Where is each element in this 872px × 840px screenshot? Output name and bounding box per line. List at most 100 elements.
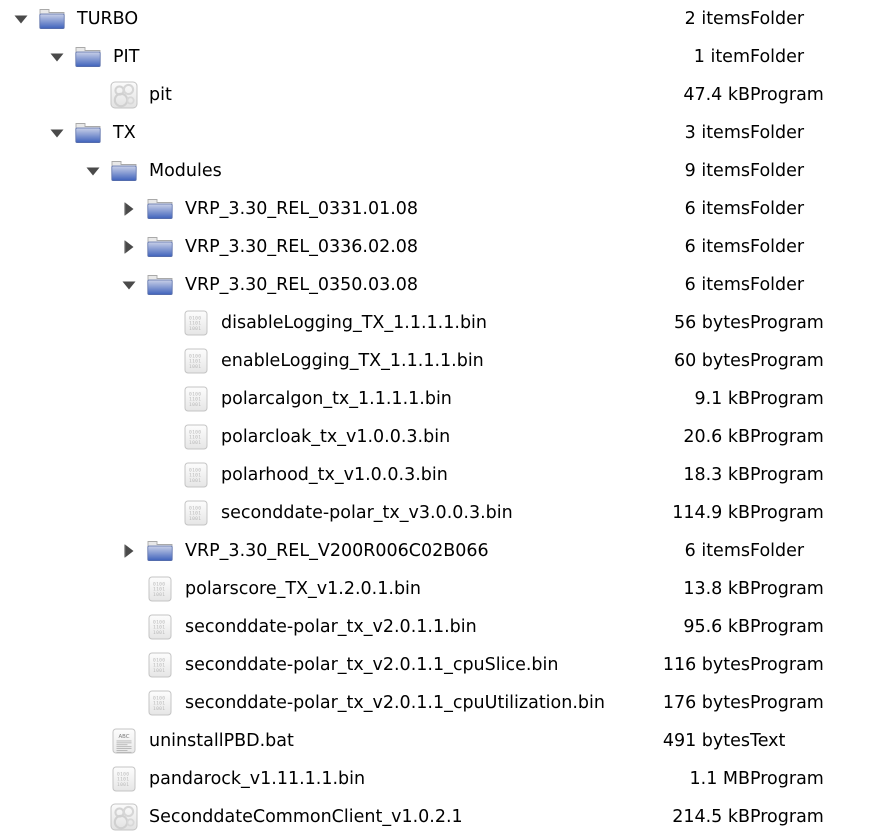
tree-row-type: Folder — [750, 275, 805, 295]
tree-row[interactable]: 0100 1101 1001 seconddate-polar_tx_v3.0.0.3… — [0, 494, 872, 532]
tree-row-name-cell[interactable]: 0100 1101 1001 seconddate-polar_tx_v2.0.1.1… — [0, 684, 605, 722]
tree-row-type: Folder — [750, 123, 805, 143]
tree-row[interactable]: SeconddateCommonClient_v1.0.2.1 214.5 kB P… — [0, 798, 872, 836]
text-file-icon: ABC — [108, 722, 140, 760]
tree-row-label: uninstallPBD.bat — [149, 731, 294, 751]
tree-row-name-cell[interactable]: 0100 1101 1001 polarcalgon_tx_1.1.1.1.bin — [0, 380, 600, 418]
tree-row-name-cell[interactable]: VRP_3.30_REL_0336.02.08 — [0, 228, 600, 266]
tree-row[interactable]: 0100 1101 1001 disableLogging_TX_1.1.1.1.bi… — [0, 304, 872, 342]
tree-row-name-cell[interactable]: 0100 1101 1001 pandarock_v1.11.1.1.bin — [0, 760, 600, 798]
chevron-down-icon[interactable] — [42, 38, 72, 76]
tree-row[interactable]: 0100 1101 1001 polarcalgon_tx_1.1.1.1.bin 9.… — [0, 380, 872, 418]
tree-row-name-cell[interactable]: 0100 1101 1001 seconddate-polar_tx_v2.0.1.1… — [0, 646, 600, 684]
chevron-right-icon[interactable] — [114, 190, 144, 228]
binary-file-icon: 0100 1101 1001 — [144, 646, 176, 684]
tree-row[interactable]: VRP_3.30_REL_0331.01.08 6 items Folder — [0, 190, 872, 228]
tree-row-type: Program — [750, 427, 824, 447]
svg-text:1101: 1101 — [153, 701, 165, 707]
tree-row[interactable]: 0100 1101 1001 pandarock_v1.11.1.1.bin 1.1 M… — [0, 760, 872, 798]
tree-row-name-cell[interactable]: TURBO — [0, 0, 600, 38]
tree-row-label: enableLogging_TX_1.1.1.1.bin — [221, 351, 484, 371]
tree-row-name-cell[interactable]: PIT — [0, 38, 600, 76]
twisty-placeholder — [114, 646, 144, 684]
tree-row-name-cell[interactable]: 0100 1101 1001 polarscore_TX_v1.2.0.1.bin — [0, 570, 600, 608]
chevron-down-icon[interactable] — [78, 152, 108, 190]
svg-text:0100: 0100 — [189, 354, 201, 360]
tree-row[interactable]: VRP_3.30_REL_V200R006C02B066 6 items Folde… — [0, 532, 872, 570]
tree-row-name-cell[interactable]: pit — [0, 76, 600, 114]
svg-text:1001: 1001 — [189, 402, 201, 408]
tree-row-name-cell[interactable]: 0100 1101 1001 polarcloak_tx_v1.0.0.3.bin — [0, 418, 600, 456]
tree-row[interactable]: 0100 1101 1001 polarhood_tx_v1.0.0.3.bin 18.… — [0, 456, 872, 494]
tree-row-size: 3 items — [684, 123, 750, 143]
tree-row[interactable]: TURBO 2 items Folder — [0, 0, 872, 38]
twisty-placeholder — [114, 608, 144, 646]
tree-row-name-cell[interactable]: VRP_3.30_REL_V200R006C02B066 — [0, 532, 600, 570]
tree-row[interactable]: 0100 1101 1001 polarscore_TX_v1.2.0.1.bin 13… — [0, 570, 872, 608]
svg-text:1101: 1101 — [153, 663, 165, 669]
tree-row[interactable]: 0100 1101 1001 seconddate-polar_tx_v2.0.1.1… — [0, 684, 872, 722]
tree-row[interactable]: 0100 1101 1001 seconddate-polar_tx_v2.0.1.1… — [0, 646, 872, 684]
tree-row-type: Folder — [750, 199, 805, 219]
tree-row-type: Program — [750, 351, 824, 371]
tree-row-name-cell[interactable]: SeconddateCommonClient_v1.0.2.1 — [0, 798, 600, 836]
tree-row-size: 18.3 kB — [683, 465, 750, 485]
tree-row[interactable]: VRP_3.30_REL_0350.03.08 6 items Folder — [0, 266, 872, 304]
chevron-right-icon[interactable] — [114, 532, 144, 570]
file-tree[interactable]: TURBO 2 items Folder PIT 1 item Folder pit 47.4… — [0, 0, 872, 836]
tree-row[interactable]: 0100 1101 1001 enableLogging_TX_1.1.1.1.bin… — [0, 342, 872, 380]
tree-row-size: 95.6 kB — [683, 617, 750, 637]
tree-row-name-cell[interactable]: 0100 1101 1001 seconddate-polar_tx_v2.0.1.1… — [0, 608, 600, 646]
twisty-placeholder — [78, 722, 108, 760]
tree-row[interactable]: PIT 1 item Folder — [0, 38, 872, 76]
svg-text:1101: 1101 — [153, 625, 165, 631]
tree-row-type: Program — [750, 693, 824, 713]
tree-row[interactable]: 0100 1101 1001 polarcloak_tx_v1.0.0.3.bin 20… — [0, 418, 872, 456]
binary-file-icon: 0100 1101 1001 — [180, 342, 212, 380]
tree-row-size: 13.8 kB — [683, 579, 750, 599]
tree-row-name-cell[interactable]: TX — [0, 114, 600, 152]
tree-row-name-cell[interactable]: 0100 1101 1001 disableLogging_TX_1.1.1.1.bi… — [0, 304, 600, 342]
chevron-down-icon[interactable] — [114, 266, 144, 304]
tree-row[interactable]: VRP_3.30_REL_0336.02.08 6 items Folder — [0, 228, 872, 266]
chevron-right-icon[interactable] — [114, 228, 144, 266]
binary-file-icon: 0100 1101 1001 — [180, 304, 212, 342]
tree-row-label: VRP_3.30_REL_0350.03.08 — [185, 275, 419, 295]
svg-text:1101: 1101 — [189, 397, 201, 403]
tree-row-size: 116 bytes — [662, 655, 750, 675]
tree-row-type: Program — [750, 655, 824, 675]
tree-row-size: 114.9 kB — [672, 503, 750, 523]
tree-row[interactable]: ABC uninstallPBD.bat 491 bytes Text — [0, 722, 872, 760]
svg-text:0100: 0100 — [153, 582, 165, 588]
program-gear-icon — [108, 76, 140, 114]
binary-file-icon: 0100 1101 1001 — [144, 684, 176, 722]
tree-row-name-cell[interactable]: ABC uninstallPBD.bat — [0, 722, 600, 760]
tree-row-size: 20.6 kB — [683, 427, 750, 447]
tree-row-size: 9.1 kB — [694, 389, 750, 409]
tree-row-type: Folder — [750, 9, 805, 29]
tree-row-type: Folder — [750, 47, 805, 67]
tree-row-name-cell[interactable]: 0100 1101 1001 seconddate-polar_tx_v3.0.0.3… — [0, 494, 600, 532]
tree-row-name-cell[interactable]: VRP_3.30_REL_0331.01.08 — [0, 190, 600, 228]
chevron-down-icon[interactable] — [6, 0, 36, 38]
svg-text:1101: 1101 — [189, 321, 201, 327]
tree-row[interactable]: TX 3 items Folder — [0, 114, 872, 152]
svg-text:1001: 1001 — [153, 668, 165, 674]
tree-row-name-cell[interactable]: Modules — [0, 152, 600, 190]
binary-file-icon: 0100 1101 1001 — [180, 380, 212, 418]
tree-row[interactable]: 0100 1101 1001 seconddate-polar_tx_v2.0.1.1… — [0, 608, 872, 646]
twisty-placeholder — [150, 380, 180, 418]
tree-row-name-cell[interactable]: VRP_3.30_REL_0350.03.08 — [0, 266, 600, 304]
tree-row-label: Modules — [149, 161, 222, 181]
chevron-down-icon[interactable] — [42, 114, 72, 152]
tree-row-name-cell[interactable]: 0100 1101 1001 polarhood_tx_v1.0.0.3.bin — [0, 456, 600, 494]
tree-row[interactable]: pit 47.4 kB Program — [0, 76, 872, 114]
svg-text:0100: 0100 — [189, 468, 201, 474]
tree-row-name-cell[interactable]: 0100 1101 1001 enableLogging_TX_1.1.1.1.bin — [0, 342, 600, 380]
tree-row[interactable]: Modules 9 items Folder — [0, 152, 872, 190]
svg-text:1001: 1001 — [189, 478, 201, 484]
program-gear-icon — [108, 798, 140, 836]
tree-row-label: seconddate-polar_tx_v2.0.1.1_cpuSlice.bi… — [185, 655, 559, 675]
binary-file-icon: 0100 1101 1001 — [180, 418, 212, 456]
twisty-placeholder — [150, 342, 180, 380]
